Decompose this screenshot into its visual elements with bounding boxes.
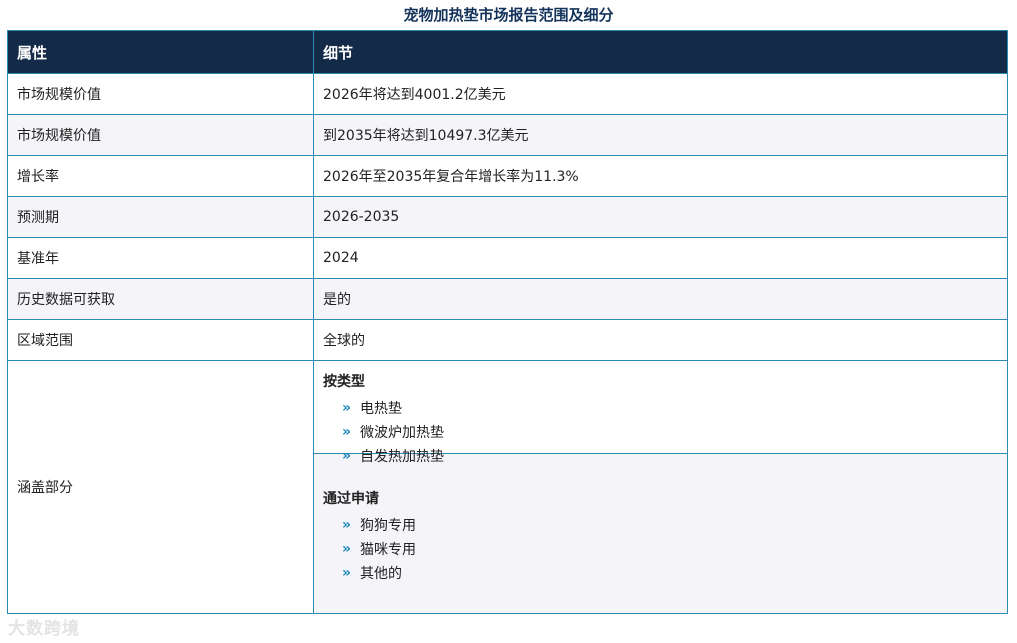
header-detail: 细节: [313, 30, 1008, 74]
header-attribute: 属性: [7, 30, 314, 74]
segment-item-label: 其他的: [360, 566, 402, 582]
double-chevron-right-icon: »: [342, 448, 352, 464]
table-row: 历史数据可获取 是的: [7, 278, 1008, 320]
segment-item: » 微波炉加热垫: [323, 420, 998, 444]
table-row: 增长率 2026年至2035年复合年增长率为11.3%: [7, 155, 1008, 197]
segment-item: » 狗狗专用: [323, 513, 998, 537]
report-scope-table: 属性 细节 市场规模价值 2026年将达到4001.2亿美元 市场规模价值 到2…: [7, 30, 1008, 614]
row-attribute: 基准年: [7, 237, 314, 279]
row-attribute: 市场规模价值: [7, 73, 314, 115]
segment-item: » 其他的: [323, 561, 998, 585]
row-detail: 2026年将达到4001.2亿美元: [313, 73, 1008, 115]
segment-heading: 通过申请: [323, 491, 379, 507]
segments-detail: 按类型 » 电热垫 » 微波炉加热垫 » 自发热加热垫 通过申请 » 狗狗专用 …: [313, 360, 1008, 614]
segment-heading: 按类型: [323, 374, 365, 390]
segment-item: » 电热垫: [323, 396, 998, 420]
segment-group-type: 按类型 » 电热垫 » 微波炉加热垫 » 自发热加热垫: [314, 361, 1007, 465]
double-chevron-right-icon: »: [342, 400, 352, 416]
table-row: 市场规模价值 到2035年将达到10497.3亿美元: [7, 114, 1008, 156]
segment-item-label: 电热垫: [360, 401, 402, 417]
table-header-row: 属性 细节: [7, 30, 1008, 74]
row-detail: 2026年至2035年复合年增长率为11.3%: [313, 155, 1008, 197]
row-detail: 到2035年将达到10497.3亿美元: [313, 114, 1008, 156]
row-attribute: 预测期: [7, 196, 314, 238]
segment-item-label: 猫咪专用: [360, 542, 416, 558]
segment-group-application: 通过申请 » 狗狗专用 » 猫咪专用 » 其他的: [314, 454, 1007, 613]
row-detail: 2026-2035: [313, 196, 1008, 238]
row-attribute: 历史数据可获取: [7, 278, 314, 320]
row-attribute: 区域范围: [7, 319, 314, 361]
segment-item-label: 微波炉加热垫: [360, 425, 444, 441]
row-attribute: 增长率: [7, 155, 314, 197]
double-chevron-right-icon: »: [342, 424, 352, 440]
table-row: 基准年 2024: [7, 237, 1008, 279]
row-detail: 是的: [313, 278, 1008, 320]
watermark-logo: 大数跨境: [8, 619, 80, 639]
segment-item: » 猫咪专用: [323, 537, 998, 561]
segment-item-label: 自发热加热垫: [360, 449, 444, 465]
segments-attribute: 涵盖部分: [7, 360, 314, 614]
double-chevron-right-icon: »: [342, 565, 352, 581]
row-attribute: 市场规模价值: [7, 114, 314, 156]
double-chevron-right-icon: »: [342, 517, 352, 533]
table-row: 区域范围 全球的: [7, 319, 1008, 361]
segments-row: 涵盖部分 按类型 » 电热垫 » 微波炉加热垫 » 自发热加热垫 通过申请 » …: [7, 360, 1008, 614]
row-detail: 全球的: [313, 319, 1008, 361]
row-detail: 2024: [313, 237, 1008, 279]
page-title: 宠物加热垫市场报告范围及细分: [403, 6, 614, 24]
double-chevron-right-icon: »: [342, 541, 352, 557]
segment-item-label: 狗狗专用: [360, 518, 416, 534]
table-row: 预测期 2026-2035: [7, 196, 1008, 238]
table-row: 市场规模价值 2026年将达到4001.2亿美元: [7, 73, 1008, 115]
